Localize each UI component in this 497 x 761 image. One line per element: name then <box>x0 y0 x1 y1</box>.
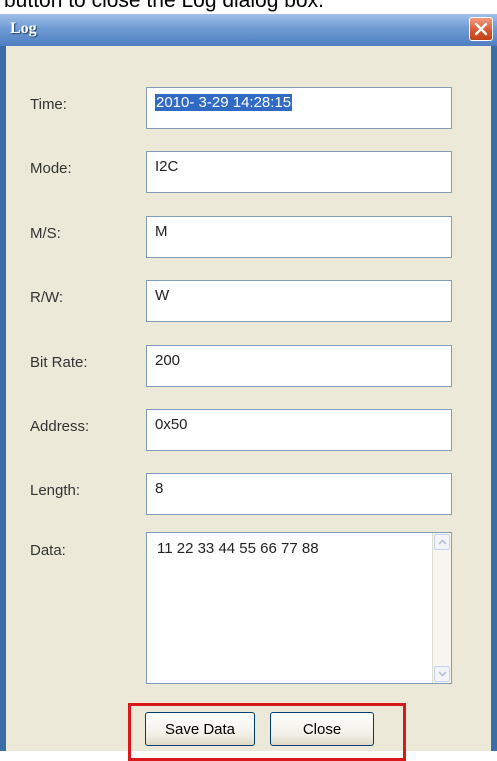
rw-field[interactable]: W <box>146 280 452 322</box>
data-label: Data: <box>30 542 66 559</box>
chevron-up-icon <box>438 539 447 545</box>
time-value: 2010- 3-29 14:28:15 <box>155 94 293 111</box>
data-textarea[interactable]: 11 22 33 44 55 66 77 88 <box>146 532 452 684</box>
mode-field[interactable]: I2C <box>146 151 452 193</box>
bit-rate-label: Bit Rate: <box>30 354 88 371</box>
data-scrollbar[interactable] <box>432 533 451 683</box>
address-field[interactable]: 0x50 <box>146 409 452 451</box>
close-button[interactable]: Close <box>270 712 374 746</box>
length-label: Length: <box>30 482 81 499</box>
title-bar[interactable]: Log <box>0 14 497 46</box>
ms-label: M/S: <box>30 225 61 242</box>
time-label: Time: <box>30 96 67 113</box>
mode-label: Mode: <box>30 160 72 177</box>
caption-text-fragment: button to close the Log dialog box. <box>0 0 497 14</box>
time-field[interactable]: 2010- 3-29 14:28:15 <box>146 87 452 129</box>
data-value: 11 22 33 44 55 66 77 88 <box>157 540 319 557</box>
caption-text: button to close the Log dialog box. <box>4 0 324 12</box>
close-x-icon <box>474 22 488 36</box>
chevron-down-icon <box>438 671 447 677</box>
scroll-down-button[interactable] <box>434 666 450 682</box>
ms-field[interactable]: M <box>146 216 452 258</box>
rw-label: R/W: <box>30 289 64 306</box>
close-window-button[interactable] <box>469 17 493 41</box>
scroll-up-button[interactable] <box>434 534 450 550</box>
log-dialog: Log Time: 2010- 3-29 14:28:15 Mode: I2C … <box>0 14 497 761</box>
dialog-body: Time: 2010- 3-29 14:28:15 Mode: I2C M/S:… <box>6 46 491 761</box>
address-label: Address: <box>30 418 90 435</box>
length-field[interactable]: 8 <box>146 473 452 515</box>
window-title: Log <box>10 20 37 37</box>
save-data-button[interactable]: Save Data <box>145 712 255 746</box>
bit-rate-field[interactable]: 200 <box>146 345 452 387</box>
